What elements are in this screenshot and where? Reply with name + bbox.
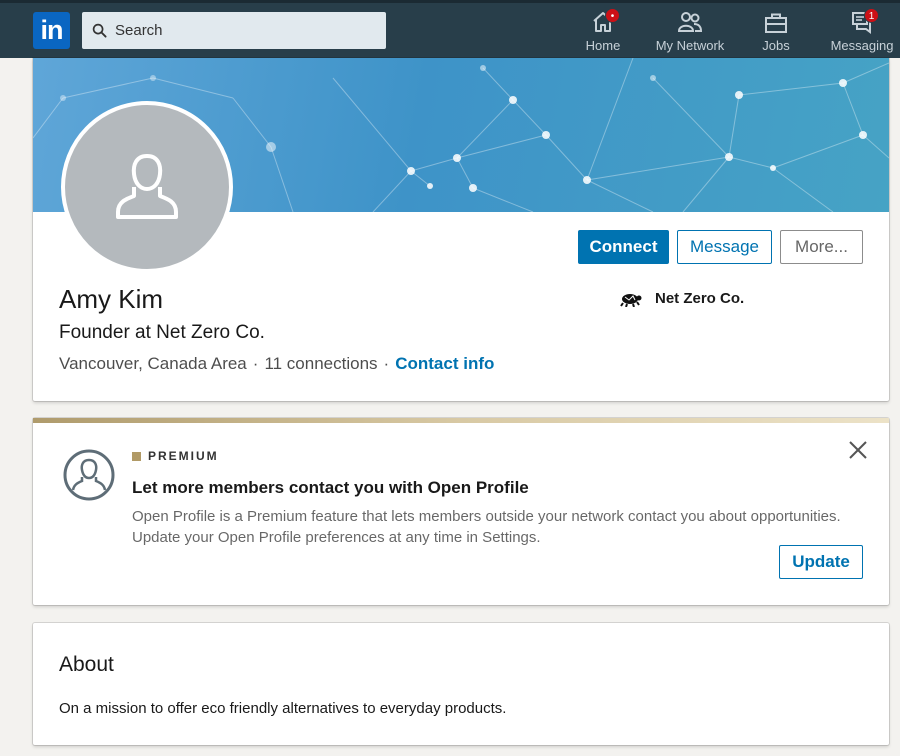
nav-item-label: Jobs: [762, 38, 790, 53]
premium-gold-square-icon: [132, 451, 141, 461]
more-button[interactable]: More...: [780, 230, 863, 264]
profile-card: Connect Message More... Amy Kim Founder …: [33, 58, 889, 401]
top-strip: [0, 0, 900, 3]
about-heading: About: [59, 653, 114, 676]
premium-open-profile-card: PREMIUM Let more members contact you wit…: [33, 418, 889, 605]
profile-name: Amy Kim: [59, 284, 163, 314]
nav-item-messaging[interactable]: 1 Messaging: [830, 6, 894, 56]
top-nav-bar: in • Home My Network Jobs 1 Messaging: [0, 0, 900, 58]
nav-item-jobs[interactable]: Jobs: [760, 6, 792, 56]
search-box[interactable]: [82, 12, 386, 49]
briefcase-icon: [765, 13, 787, 33]
nav-item-label: Messaging: [830, 38, 894, 53]
close-icon[interactable]: [848, 440, 868, 460]
person-placeholder-icon: [116, 153, 178, 219]
premium-description-line: Update your Open Profile preferences at …: [132, 529, 541, 546]
about-card: About On a mission to offer eco friendly…: [33, 623, 889, 745]
home-notification-badge: •: [605, 8, 620, 23]
message-button[interactable]: Message: [677, 230, 772, 264]
update-button[interactable]: Update: [779, 545, 863, 579]
premium-title: Let more members contact you with Open P…: [132, 478, 529, 497]
profile-headline: Founder at Net Zero Co.: [59, 322, 265, 343]
premium-tag: PREMIUM: [132, 449, 219, 463]
premium-tag-label: PREMIUM: [148, 449, 219, 463]
nav-item-my-network[interactable]: My Network: [652, 6, 728, 56]
profile-avatar[interactable]: [61, 101, 233, 273]
search-icon: [92, 23, 107, 38]
nav-item-label: Home: [585, 38, 621, 53]
contact-info-link[interactable]: Contact info: [395, 354, 494, 373]
profile-meta-line: Vancouver, Canada Area · 11 connections · Co…: [59, 354, 494, 374]
current-company[interactable]: Net Zero Co.: [619, 290, 744, 307]
turtle-logo-icon: [620, 293, 642, 307]
connections-count: 11 connections: [264, 354, 378, 373]
search-input[interactable]: [115, 22, 375, 39]
profile-location: Vancouver, Canada Area: [59, 354, 247, 373]
open-profile-icon: [63, 449, 115, 501]
premium-description-line: Open Profile is a Premium feature that l…: [132, 508, 841, 525]
about-text: On a mission to offer eco friendly alter…: [59, 700, 507, 717]
premium-gold-bar: [33, 418, 889, 423]
separator-dot: ·: [383, 354, 390, 373]
nav-item-label: My Network: [655, 38, 725, 53]
linkedin-logo[interactable]: in: [33, 12, 70, 49]
nav-item-home[interactable]: • Home: [582, 6, 624, 56]
messaging-notification-badge: 1: [864, 8, 879, 23]
separator-dot: ·: [252, 354, 259, 373]
people-icon: [677, 12, 703, 32]
company-name: Net Zero Co.: [655, 290, 745, 307]
connect-button[interactable]: Connect: [578, 230, 669, 264]
premium-description: Open Profile is a Premium feature that l…: [132, 506, 872, 548]
